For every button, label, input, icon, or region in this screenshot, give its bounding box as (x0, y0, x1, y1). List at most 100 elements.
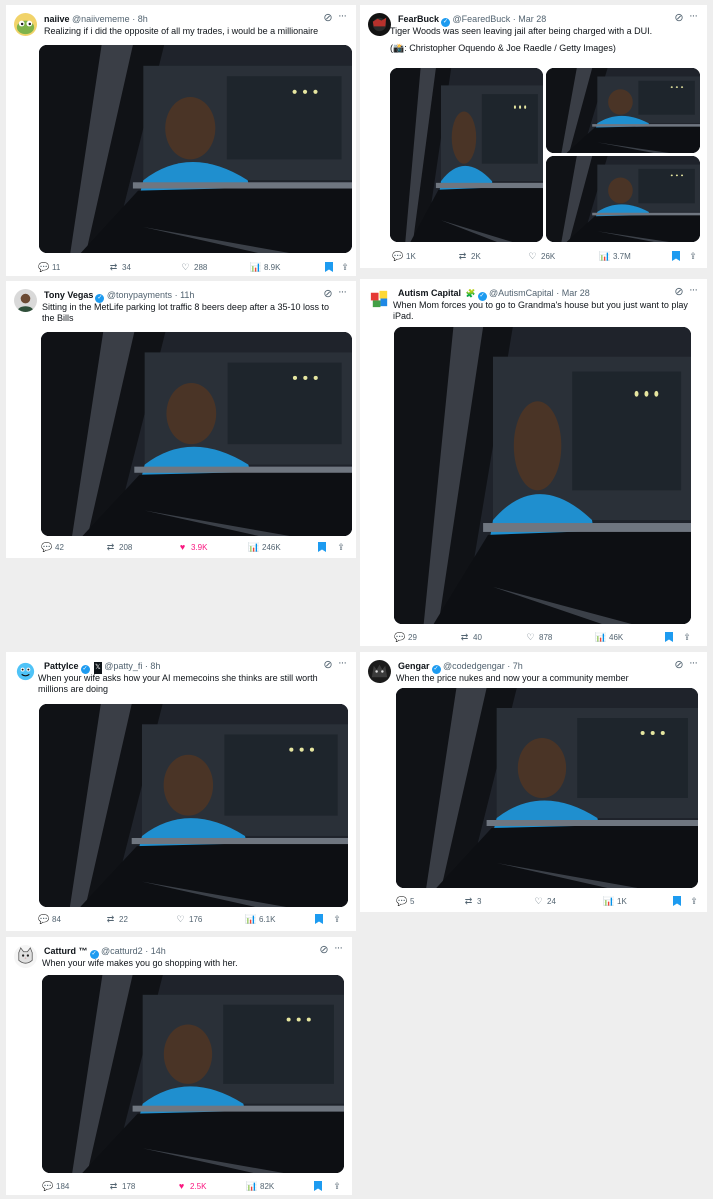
author-handle[interactable]: @patty_fi (104, 661, 142, 671)
share-icon[interactable]: ⇪ (682, 631, 692, 643)
tweet-time[interactable]: Mar 28 (562, 288, 590, 298)
author-handle[interactable]: @naiivememe (72, 14, 130, 24)
views-button[interactable]: 📊 46K (595, 631, 623, 643)
tweet-photo[interactable] (546, 156, 700, 242)
bookmark-icon[interactable] (672, 250, 682, 262)
pepe-avatar-icon[interactable] (14, 13, 37, 36)
tweet-photo[interactable] (390, 68, 543, 242)
puzzle-avatar-icon[interactable] (368, 287, 391, 310)
share-icon[interactable]: ⇪ (689, 895, 699, 907)
like-button[interactable]: ♡ 26K (527, 250, 555, 262)
repost-button[interactable]: ⇄ 40 (459, 631, 482, 643)
fearbuck-avatar-icon[interactable] (368, 13, 391, 36)
like-button[interactable]: ♡ 878 (525, 631, 552, 643)
author-handle[interactable]: @catturd2 (101, 946, 143, 956)
share-icon[interactable]: ⇪ (336, 541, 346, 553)
author-handle[interactable]: @tonypayments (107, 290, 172, 300)
author-name[interactable]: PattyIce (44, 661, 79, 671)
repost-button[interactable]: ⇄ 208 (105, 541, 133, 553)
tweet-card[interactable]: Autism Capital 🧩 ✓ @AutismCapital · Mar 2… (360, 279, 707, 646)
bookmark-icon[interactable] (665, 631, 675, 643)
tweet-time[interactable]: 11h (180, 290, 194, 300)
repost-button[interactable]: ⇄ 3 (463, 895, 482, 907)
views-button[interactable]: 📊 246K (248, 541, 281, 553)
views-button[interactable]: 📊 1K (603, 895, 627, 907)
grok-icon[interactable]: ⊘ (673, 659, 685, 671)
tweet-photo[interactable] (396, 688, 698, 888)
tweet-card[interactable]: naiive @naiivememe · 8h ⊘ ··· Realizing … (6, 5, 356, 276)
bookmark-icon[interactable] (673, 895, 683, 907)
tweet-card[interactable]: Gengar ✓ @codedgengar · 7h ⊘ ··· When the… (360, 652, 707, 912)
tweet-card[interactable]: Catturd ™ ✓ @catturd2 · 14h ⊘ ··· When yo… (6, 937, 352, 1195)
bookmark-icon[interactable] (318, 541, 328, 553)
tweet-time[interactable]: 8h (150, 661, 160, 671)
author-name[interactable]: Tony Vegas (44, 290, 93, 300)
like-button[interactable]: ♡ 24 (533, 895, 555, 907)
like-button[interactable]: ♥ 3.9K (177, 541, 208, 553)
more-options-icon[interactable]: ··· (332, 942, 344, 954)
reply-button[interactable]: 💬 42 (41, 541, 64, 553)
like-button[interactable]: ♡ 176 (175, 913, 202, 925)
portrait-avatar-icon[interactable] (14, 289, 37, 312)
bookmark-icon[interactable] (325, 261, 335, 273)
grok-icon[interactable]: ⊘ (322, 659, 334, 671)
more-options-icon[interactable]: ··· (336, 10, 348, 22)
author-handle[interactable]: @FearedBuck (453, 14, 511, 24)
share-icon[interactable]: ⇪ (332, 1180, 342, 1192)
repost-button[interactable]: ⇄ 178 (108, 1180, 136, 1192)
grok-icon[interactable]: ⊘ (322, 288, 334, 300)
reply-button[interactable]: 💬 11 (38, 261, 60, 273)
tweet-card[interactable]: PattyIce ✓ 𝕏 @patty_fi · 8h ⊘ ··· When yo… (6, 652, 356, 931)
reply-button[interactable]: 💬 184 (42, 1180, 69, 1192)
tweet-photo[interactable] (39, 45, 352, 253)
more-options-icon[interactable]: ··· (687, 284, 699, 296)
share-icon[interactable]: ⇪ (688, 250, 698, 262)
grok-icon[interactable]: ⊘ (318, 944, 330, 956)
author-handle[interactable]: @AutismCapital (489, 288, 554, 298)
views-button[interactable]: 📊 6.1K (245, 913, 275, 925)
author-handle[interactable]: @codedgengar (443, 661, 505, 671)
reply-button[interactable]: 💬 1K (392, 250, 416, 262)
tweet-photo[interactable] (42, 975, 344, 1173)
tweet-time[interactable]: Mar 28 (518, 14, 546, 24)
bookmark-icon[interactable] (314, 1180, 324, 1192)
tweet-photo[interactable] (39, 704, 348, 907)
reply-button[interactable]: 💬 29 (394, 631, 417, 643)
cartoon-avatar-icon[interactable] (14, 660, 37, 683)
tweet-time[interactable]: 8h (138, 14, 148, 24)
grok-icon[interactable]: ⊘ (673, 12, 685, 24)
grok-icon[interactable]: ⊘ (673, 286, 685, 298)
cat-avatar-icon[interactable] (14, 945, 37, 968)
tweet-time[interactable]: 14h (151, 946, 166, 956)
reply-button[interactable]: 💬 5 (396, 895, 414, 907)
reply-button[interactable]: 💬 84 (38, 913, 61, 925)
tweet-time[interactable]: 7h (513, 661, 523, 671)
more-options-icon[interactable]: ··· (687, 657, 699, 669)
tweet-photo[interactable] (546, 68, 700, 153)
tweet-photo[interactable] (41, 332, 352, 536)
author-name[interactable]: naiive (44, 14, 70, 24)
share-icon[interactable]: ⇪ (332, 913, 342, 925)
views-button[interactable]: 📊 3.7M (599, 250, 631, 262)
tweet-card[interactable]: Tony Vegas ✓ @tonypayments · 11h ⊘ ··· Si… (6, 281, 356, 558)
author-name[interactable]: Catturd ™ (44, 946, 88, 956)
more-options-icon[interactable]: ··· (336, 286, 348, 298)
like-button[interactable]: ♥ 2.5K (176, 1180, 207, 1192)
author-name[interactable]: Autism Capital (398, 288, 461, 298)
repost-button[interactable]: ⇄ 34 (108, 261, 131, 273)
repost-button[interactable]: ⇄ 22 (105, 913, 128, 925)
repost-button[interactable]: ⇄ 2K (457, 250, 481, 262)
tweet-card[interactable]: FearBuck ✓ @FearedBuck · Mar 28 ⊘ ··· Tig… (360, 5, 707, 268)
tweet-photo[interactable] (394, 327, 691, 624)
views-button[interactable]: 📊 8.9K (250, 261, 280, 273)
bookmark-icon[interactable] (315, 913, 325, 925)
like-button[interactable]: ♡ 288 (180, 261, 207, 273)
gengar-avatar-icon[interactable] (368, 660, 391, 683)
views-button[interactable]: 📊 82K (246, 1180, 274, 1192)
more-options-icon[interactable]: ··· (336, 657, 348, 669)
share-icon[interactable]: ⇪ (340, 261, 350, 273)
author-name[interactable]: Gengar (398, 661, 430, 671)
grok-icon[interactable]: ⊘ (322, 12, 334, 24)
more-options-icon[interactable]: ··· (687, 10, 699, 22)
author-name[interactable]: FearBuck (398, 14, 439, 24)
